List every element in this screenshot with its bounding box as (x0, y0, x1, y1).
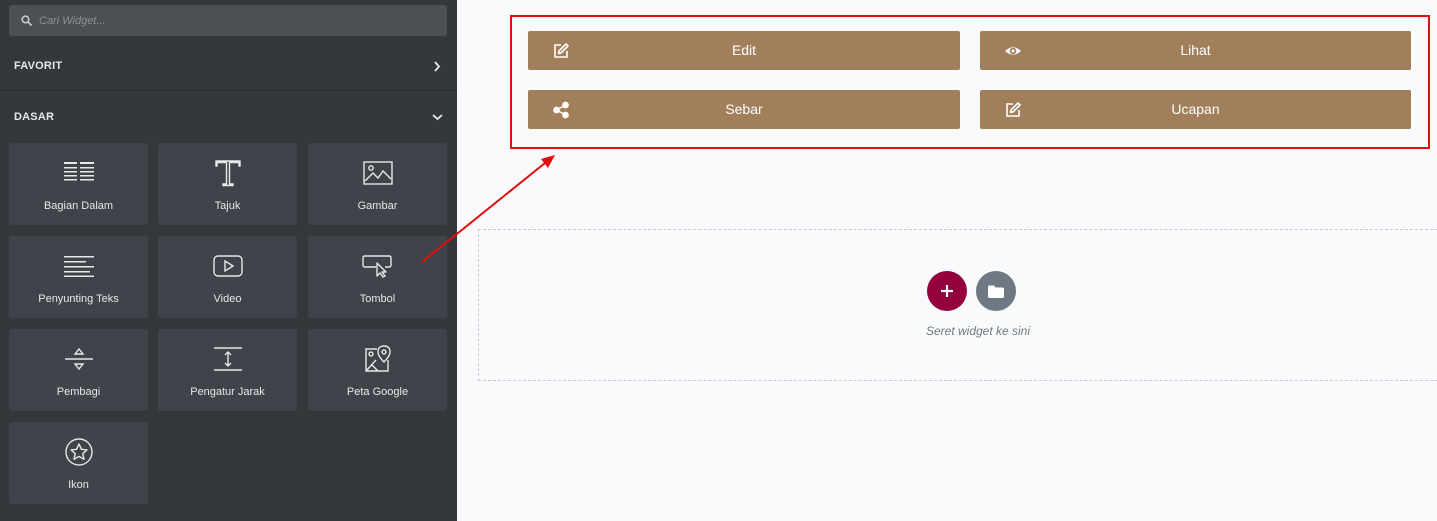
widget-label: Tombol (359, 293, 396, 305)
section-divider (0, 90, 457, 91)
inner-section-icon (9, 157, 148, 189)
widget-icon[interactable]: Ikon (9, 422, 148, 504)
widget-heading[interactable]: Tajuk (158, 143, 297, 225)
widget-label: Pembagi (56, 386, 101, 398)
widget-label: Peta Google (346, 386, 409, 398)
add-template-button[interactable] (976, 271, 1016, 311)
widget-label: Pengatur Jarak (190, 386, 265, 398)
chevron-down-icon (431, 111, 443, 123)
widget-divider[interactable]: Pembagi (9, 329, 148, 411)
widget-image[interactable]: Gambar (308, 143, 447, 225)
search-icon (21, 15, 32, 26)
google-maps-icon (308, 343, 447, 375)
edit-button[interactable]: Edit (528, 31, 960, 70)
section-favorit[interactable]: FAVORIT (0, 52, 457, 80)
button-label: Lihat (1180, 42, 1211, 58)
drop-zone-text: Seret widget ke sini (925, 324, 1031, 338)
widget-panel: FAVORIT DASAR Bagian Dalam (0, 0, 457, 521)
section-label: DASAR (14, 111, 55, 123)
section-label: FAVORIT (14, 60, 63, 72)
widget-text-editor[interactable]: Penyunting Teks (9, 236, 148, 318)
widget-spacer[interactable]: Pengatur Jarak (158, 329, 297, 411)
heading-icon (158, 157, 297, 189)
section-dasar[interactable]: DASAR (0, 103, 457, 131)
widget-button[interactable]: Tombol (308, 236, 447, 318)
widget-search[interactable] (9, 5, 447, 36)
lihat-button[interactable]: Lihat (980, 31, 1411, 70)
widget-label: Penyunting Teks (38, 293, 119, 305)
button-label: Ucapan (1171, 101, 1220, 117)
widget-google-maps[interactable]: Peta Google (308, 329, 447, 411)
image-icon (308, 157, 447, 189)
star-icon (9, 436, 148, 468)
button-label: Edit (731, 42, 757, 58)
chevron-right-icon (431, 60, 443, 72)
widget-label: Video (213, 293, 242, 305)
sebar-button[interactable]: Sebar (528, 90, 960, 129)
button-label: Sebar (725, 101, 763, 117)
ucapan-button[interactable]: Ucapan (980, 90, 1411, 129)
plus-icon (941, 285, 953, 297)
spacer-icon (158, 343, 297, 375)
widget-label: Bagian Dalam (43, 200, 114, 212)
widget-label: Tajuk (214, 200, 241, 212)
widget-label: Ikon (68, 479, 89, 491)
video-icon (158, 250, 297, 282)
add-section-button[interactable] (927, 271, 967, 311)
widget-label: Gambar (357, 200, 398, 212)
folder-icon (988, 285, 1004, 298)
widget-video[interactable]: Video (158, 236, 297, 318)
search-input[interactable] (39, 5, 429, 36)
divider-icon (9, 343, 148, 375)
widget-inner-section[interactable]: Bagian Dalam (9, 143, 148, 225)
button-icon (308, 250, 447, 282)
text-editor-icon (9, 250, 148, 282)
